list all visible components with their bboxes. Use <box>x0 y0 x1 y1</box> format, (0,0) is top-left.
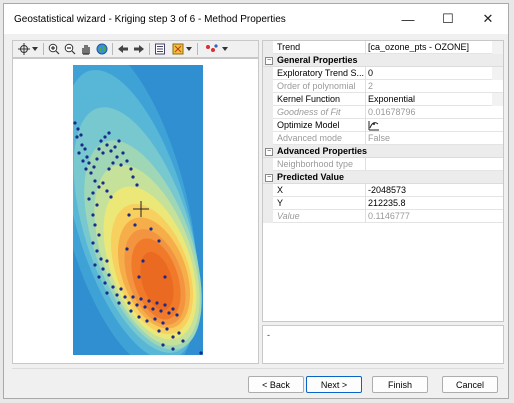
optimize-model-button[interactable] <box>368 119 492 133</box>
zoom-in-icon[interactable] <box>47 42 61 56</box>
predicted-value-label: Predicted Value <box>277 172 345 182</box>
wizard-window: Geostatistical wizard - Kriging step 3 o… <box>3 3 509 399</box>
optimize-icon[interactable] <box>368 119 380 131</box>
kriging-surface[interactable] <box>73 65 203 355</box>
collapse-icon[interactable]: − <box>265 148 273 156</box>
value-value: 0.1146777 <box>368 211 410 221</box>
advanced-mode-label: Advanced mode <box>277 133 343 143</box>
y-value[interactable]: 212235.8 <box>368 198 492 208</box>
trend-row[interactable]: Trend [ca_ozone_pts - OZONE] <box>263 41 503 54</box>
x-label: X <box>277 185 284 195</box>
exploratory-trend-label: Exploratory Trend S... <box>277 68 365 78</box>
layers-icon[interactable] <box>153 42 167 56</box>
maximize-button[interactable]: ☐ <box>428 4 468 34</box>
trend-value[interactable]: [ca_ozone_pts - OZONE] <box>368 42 492 52</box>
kernel-function-label: Kernel Function <box>277 94 341 104</box>
predicted-value-header[interactable]: − Predicted Value <box>263 171 503 184</box>
map-preview[interactable] <box>12 58 259 364</box>
order-polynomial-label: Order of polynomial <box>277 81 356 91</box>
advanced-properties-label: Advanced Properties <box>277 146 368 156</box>
zoom-out-icon[interactable] <box>63 42 77 56</box>
y-row[interactable]: Y 212235.8 <box>263 197 503 210</box>
neighborhood-type-row: Neighborhood type <box>263 158 503 171</box>
title-bar: Geostatistical wizard - Kriging step 3 o… <box>4 4 508 34</box>
kernel-function-value[interactable]: Exponential <box>368 94 492 104</box>
trend-label: Trend <box>277 42 301 52</box>
collapse-icon[interactable]: − <box>265 57 273 65</box>
goodness-fit-label: Goodness of Fit <box>277 107 341 117</box>
back-button[interactable]: < Back <box>248 376 304 393</box>
color-dots-icon[interactable] <box>205 42 219 56</box>
y-label: Y <box>277 198 284 208</box>
advanced-mode-value: False <box>368 133 391 143</box>
map-toolbar <box>12 40 259 58</box>
minimize-button[interactable]: — <box>388 4 428 34</box>
globe-icon[interactable] <box>95 42 109 56</box>
collapse-icon[interactable]: − <box>265 174 273 182</box>
next-button[interactable]: Next > <box>306 376 362 393</box>
general-properties-label: General Properties <box>277 55 358 65</box>
back-arrow-icon[interactable] <box>116 42 130 56</box>
general-properties-header[interactable]: − General Properties <box>263 54 503 67</box>
maximize-icon: ☐ <box>442 11 454 26</box>
chevron-down-icon[interactable] <box>221 42 229 56</box>
footer-divider <box>12 368 504 369</box>
finish-button[interactable]: Finish <box>372 376 428 393</box>
cross-select-icon[interactable] <box>17 42 31 56</box>
description-panel: - <box>262 325 504 364</box>
chevron-down-icon[interactable] <box>185 42 193 56</box>
neighborhood-type-label: Neighborhood type <box>277 159 354 169</box>
minimize-icon: — <box>401 11 415 27</box>
exploratory-trend-value[interactable]: 0 <box>368 68 492 78</box>
optimize-model-label: Optimize Model <box>277 120 340 130</box>
kernel-function-row[interactable]: Kernel Function Exponential <box>263 93 503 106</box>
chevron-down-icon[interactable] <box>31 42 39 56</box>
forward-arrow-icon[interactable] <box>132 42 146 56</box>
exploratory-trend-row[interactable]: Exploratory Trend S... 0 <box>263 67 503 80</box>
goodness-fit-row: Goodness of Fit 0.01678796 <box>263 106 503 119</box>
description-text: - <box>267 330 270 340</box>
close-button[interactable]: ✕ <box>468 4 508 34</box>
advanced-properties-header[interactable]: − Advanced Properties <box>263 145 503 158</box>
pan-hand-icon[interactable] <box>79 42 93 56</box>
property-grid: Trend [ca_ozone_pts - OZONE] − General P… <box>262 40 504 322</box>
close-icon: ✕ <box>482 11 494 26</box>
flag-icon[interactable] <box>171 42 185 56</box>
value-label: Value <box>277 211 300 221</box>
x-row[interactable]: X -2048573 <box>263 184 503 197</box>
order-polynomial-value: 2 <box>368 81 374 91</box>
cancel-button[interactable]: Cancel <box>442 376 498 393</box>
optimize-model-row[interactable]: Optimize Model <box>263 119 503 132</box>
window-title: Geostatistical wizard - Kriging step 3 o… <box>14 14 286 25</box>
advanced-mode-row: Advanced mode False <box>263 132 503 145</box>
order-polynomial-row: Order of polynomial 2 <box>263 80 503 93</box>
value-row: Value 0.1146777 <box>263 210 503 223</box>
goodness-fit-value: 0.01678796 <box>368 107 416 117</box>
x-value[interactable]: -2048573 <box>368 185 492 195</box>
